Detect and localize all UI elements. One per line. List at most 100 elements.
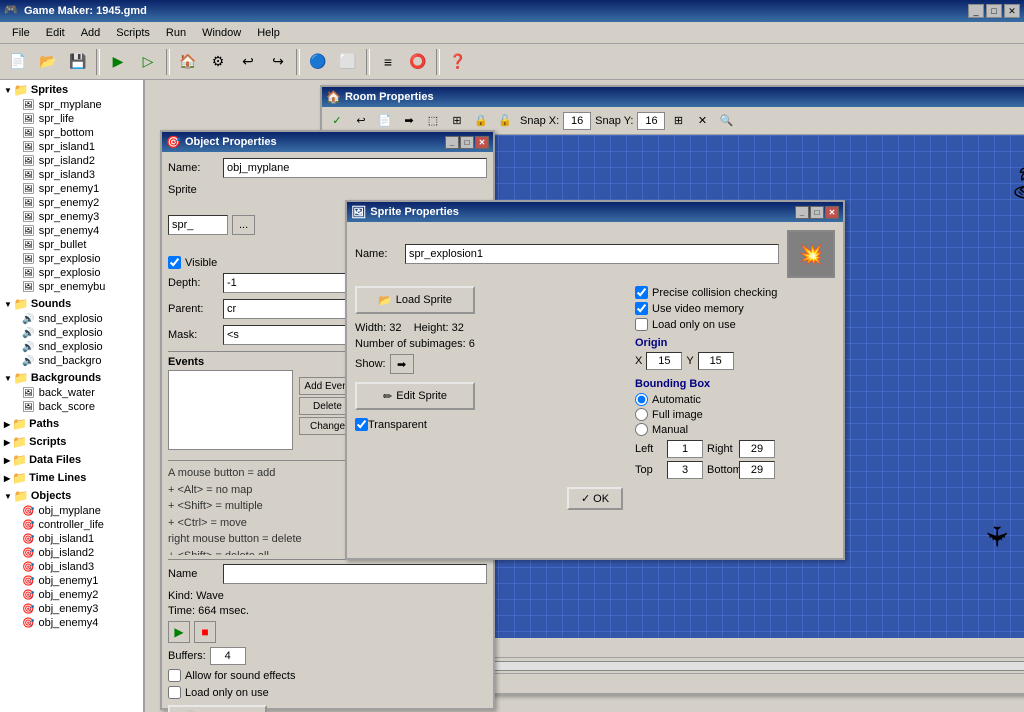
toolbar-save[interactable]: 💾 — [64, 48, 92, 76]
menu-window[interactable]: Window — [194, 25, 249, 41]
sprite-browse-btn[interactable]: ... — [232, 215, 255, 235]
load-sprite-btn[interactable]: 📂 Load Sprite — [355, 286, 475, 314]
sound-play-btn[interactable]: ▶ — [168, 621, 190, 643]
room-ok-btn[interactable]: ✓ — [326, 110, 348, 132]
room-t1[interactable]: 📄 — [374, 110, 396, 132]
edit-sprite-btn[interactable]: ✏ Edit Sprite — [355, 382, 475, 410]
toolbar-t2[interactable]: ⬜ — [334, 48, 362, 76]
toolbar-t1[interactable]: 🔵 — [304, 48, 332, 76]
spr-name-input[interactable] — [405, 244, 779, 264]
spr-minimize-btn[interactable]: _ — [795, 206, 809, 219]
tree-item-spr_enemy4[interactable]: 🖼spr_enemy4 — [2, 224, 141, 238]
minimize-button[interactable]: _ — [968, 4, 984, 18]
load-only-sound-checkbox[interactable] — [168, 686, 181, 699]
tree-item-obj_enemy2[interactable]: 🎯obj_enemy2 — [2, 588, 141, 602]
room-view-btn[interactable]: ✕ — [691, 110, 713, 132]
tree-item-obj_enemy3[interactable]: 🎯obj_enemy3 — [2, 602, 141, 616]
tree-item-spr_island3[interactable]: 🖼spr_island3 — [2, 168, 141, 182]
tree-item-spr_island1[interactable]: 🖼spr_island1 — [2, 140, 141, 154]
allow-sfx-checkbox[interactable] — [168, 669, 181, 682]
obj-minimize-btn[interactable]: _ — [445, 136, 459, 149]
tree-header-backgrounds[interactable]: ▼ 📁 Backgrounds — [2, 370, 141, 386]
snap-x-input[interactable] — [563, 112, 591, 130]
toolbar-settings[interactable]: ⚙ — [204, 48, 232, 76]
toolbar-t4[interactable]: ⭕ — [404, 48, 432, 76]
room-t6[interactable]: 🔓 — [494, 110, 516, 132]
bbox-left-input[interactable] — [667, 440, 703, 458]
obj-maximize-btn[interactable]: □ — [460, 136, 474, 149]
tree-item-spr_life[interactable]: 🖼spr_life — [2, 112, 141, 126]
tree-item-obj_island2[interactable]: 🎯obj_island2 — [2, 546, 141, 560]
close-button[interactable]: ✕ — [1004, 4, 1020, 18]
menu-run[interactable]: Run — [158, 25, 194, 41]
edit-sound-btn[interactable]: 🔊 Edit Sound — [168, 705, 267, 712]
origin-y-input[interactable] — [698, 352, 734, 370]
tree-item-spr_myplane[interactable]: 🖼spr_myplane — [2, 98, 141, 112]
visible-checkbox[interactable] — [168, 256, 181, 269]
obj-name-input[interactable] — [223, 158, 487, 178]
room-zoom-btn[interactable]: 🔍 — [715, 110, 737, 132]
tree-item-back_water[interactable]: 🖼back_water — [2, 386, 141, 400]
snap-y-input[interactable] — [637, 112, 665, 130]
tree-header-datafiles[interactable]: ▶ 📁 Data Files — [2, 452, 141, 468]
tree-item-spr_enemy3[interactable]: 🖼spr_enemy3 — [2, 210, 141, 224]
tree-header-scripts[interactable]: ▶ 📁 Scripts — [2, 434, 141, 450]
video-mem-checkbox[interactable] — [635, 302, 648, 315]
sound-name-input[interactable] — [223, 564, 487, 584]
tree-item-obj_enemy1[interactable]: 🎯obj_enemy1 — [2, 574, 141, 588]
toolbar-undo[interactable]: ↩ — [234, 48, 262, 76]
tree-item-spr_enemy1[interactable]: 🖼spr_enemy1 — [2, 182, 141, 196]
events-list[interactable] — [168, 370, 293, 450]
room-t3[interactable]: ⬚ — [422, 110, 444, 132]
menu-scripts[interactable]: Scripts — [108, 25, 158, 41]
room-t4[interactable]: ⊞ — [446, 110, 468, 132]
tree-item-snd2[interactable]: 🔊snd_explosio — [2, 326, 141, 340]
sound-stop-btn[interactable]: ■ — [194, 621, 216, 643]
spr-ok-btn[interactable]: ✓ OK — [567, 487, 623, 510]
tree-header-timelines[interactable]: ▶ 📁 Time Lines — [2, 470, 141, 486]
tree-item-spr_bullet[interactable]: 🖼spr_bullet — [2, 238, 141, 252]
tree-item-obj_island1[interactable]: 🎯obj_island1 — [2, 532, 141, 546]
menu-add[interactable]: Add — [73, 25, 109, 41]
tree-item-back_score[interactable]: 🖼back_score — [2, 400, 141, 414]
spr-preview-btn[interactable]: 💥 — [787, 230, 835, 278]
bbox-right-input[interactable] — [739, 440, 775, 458]
tree-header-paths[interactable]: ▶ 📁 Paths — [2, 416, 141, 432]
bbox-top-input[interactable] — [667, 461, 703, 479]
maximize-button[interactable]: □ — [986, 4, 1002, 18]
room-t5[interactable]: 🔒 — [470, 110, 492, 132]
tree-header-sprites[interactable]: ▼ 📁 Sprites — [2, 82, 141, 98]
show-nav-btn[interactable]: ➡ — [390, 354, 414, 374]
menu-help[interactable]: Help — [249, 25, 288, 41]
origin-x-input[interactable] — [646, 352, 682, 370]
toolbar-t3[interactable]: ≡ — [374, 48, 402, 76]
tree-item-spr_island2[interactable]: 🖼spr_island2 — [2, 154, 141, 168]
tree-item-controller_life[interactable]: 🎯controller_life — [2, 518, 141, 532]
room-t2[interactable]: ➡ — [398, 110, 420, 132]
bbox-full-radio[interactable] — [635, 408, 648, 421]
precise-checkbox[interactable] — [635, 286, 648, 299]
tree-header-objects[interactable]: ▼ 📁 Objects — [2, 488, 141, 504]
spr-close-btn[interactable]: ✕ — [825, 206, 839, 219]
buffers-input[interactable] — [210, 647, 246, 665]
room-undo-btn[interactable]: ↩ — [350, 110, 372, 132]
toolbar-new[interactable]: 📄 — [4, 48, 32, 76]
tree-item-obj_myplane[interactable]: 🎯obj_myplane — [2, 504, 141, 518]
tree-item-spr_explosio1[interactable]: 🖼spr_explosio — [2, 252, 141, 266]
tree-item-snd3[interactable]: 🔊snd_explosio — [2, 340, 141, 354]
spr-maximize-btn[interactable]: □ — [810, 206, 824, 219]
spr-load-only-checkbox[interactable] — [635, 318, 648, 331]
menu-edit[interactable]: Edit — [38, 25, 73, 41]
tree-item-spr_enemy2[interactable]: 🖼spr_enemy2 — [2, 196, 141, 210]
bbox-bottom-input[interactable] — [739, 461, 775, 479]
tree-item-spr_explosio2[interactable]: 🖼spr_explosio — [2, 266, 141, 280]
transparent-checkbox[interactable] — [355, 418, 368, 431]
tree-item-snd4[interactable]: 🔊snd_backgro — [2, 354, 141, 368]
toolbar-debug[interactable]: ▷ — [134, 48, 162, 76]
room-grid-btn[interactable]: ⊞ — [667, 110, 689, 132]
toolbar-redo[interactable]: ↪ — [264, 48, 292, 76]
toolbar-run[interactable]: ▶ — [104, 48, 132, 76]
tree-item-snd1[interactable]: 🔊snd_explosio — [2, 312, 141, 326]
tree-item-spr_bottom[interactable]: 🖼spr_bottom — [2, 126, 141, 140]
obj-close-btn[interactable]: ✕ — [475, 136, 489, 149]
